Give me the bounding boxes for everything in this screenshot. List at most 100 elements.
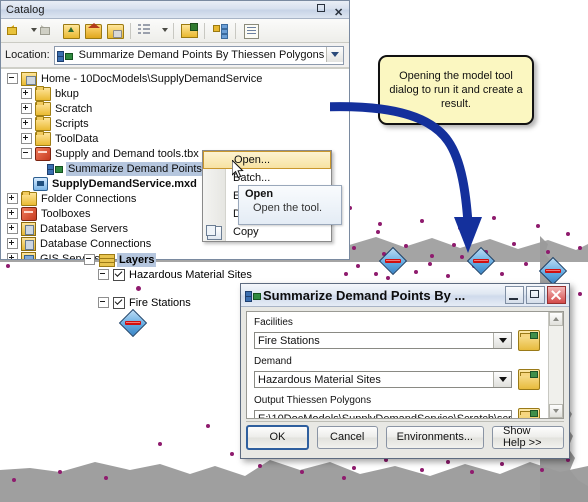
tree-item-label: Toolboxes [41,207,91,220]
catalog-window-buttons: ✕ [316,3,345,19]
demand-point-symbol [136,286,141,291]
expander-icon[interactable] [7,193,18,204]
demand-point [58,470,62,474]
expander-icon[interactable] [7,253,18,259]
tree-item-label: Home - 10DocModels\SupplyDemandService [41,72,263,85]
tool-dialog-body: Facilities Fire Stations Demand Hazardou… [246,311,564,419]
field-demand: Demand Hazardous Material Sites [247,351,563,390]
facilities-dropdown-chevron-down-icon[interactable] [493,333,511,348]
model-tool-icon [245,290,261,302]
expander-icon[interactable] [21,88,32,99]
context-menu-item-open[interactable]: Open... [203,151,331,169]
folder-icon [35,85,51,101]
connection-icon[interactable] [210,21,230,40]
facilities-browse-folder-icon[interactable] [518,330,540,351]
fire-station-symbol [538,256,568,286]
expander-icon[interactable] [7,73,18,84]
folder-icon [35,100,51,116]
close-icon[interactable]: ✕ [334,3,345,19]
demand-dropdown-chevron-down-icon[interactable] [493,372,511,387]
expander-icon[interactable] [21,133,32,144]
expander-icon[interactable] [98,269,109,280]
model-tool-icon [56,50,73,62]
catalog-toolbar[interactable] [1,19,349,43]
toolbar-separator [173,22,174,39]
toc-layer-fire-stations[interactable]: Fire Stations [84,295,264,310]
table-of-contents[interactable]: Layers Hazardous Material Sites Fire Sta… [84,252,264,344]
toolbar-separator [204,22,205,39]
tree-item-scratch[interactable]: Scratch [1,100,349,116]
demand-point [500,462,504,466]
expander-icon[interactable] [84,254,95,265]
field-output-thiessen-polygons: Output Thiessen Polygons E:\10DocModels\… [247,390,563,419]
demand-point [6,264,10,268]
tree-item-bkup[interactable]: bkup [1,85,349,101]
home-geodatabase-icon[interactable] [105,21,125,40]
toolbox-icon [35,146,51,161]
demand-combobox[interactable]: Hazardous Material Sites [254,371,512,388]
tree-item-home[interactable]: Home - 10DocModels\SupplyDemandService [1,71,349,86]
environments-button[interactable]: Environments... [385,425,484,449]
close-button[interactable] [547,286,566,304]
expander-icon[interactable] [21,103,32,114]
scroll-down-arrow-icon[interactable] [549,404,563,418]
demand-point [342,476,346,480]
demand-point [546,250,550,254]
demand-point [578,246,582,250]
toc-group-layers[interactable]: Layers [84,252,264,267]
demand-point [446,460,450,464]
tool-dialog[interactable]: Summarize Demand Points By ... Facilitie… [240,283,570,459]
maximize-icon[interactable] [316,3,327,14]
pointer-arrow-icon [330,102,482,253]
scroll-up-arrow-icon[interactable] [549,312,563,326]
facilities-combobox[interactable]: Fire Stations [254,332,512,349]
demand-point [566,232,570,236]
catalog-titlebar[interactable]: Catalog ✕ [1,1,349,19]
output-path-input[interactable]: E:\10DocModels\SupplyDemandService\Scrat… [254,410,512,419]
database-server-icon [21,221,36,236]
layer-visibility-checkbox[interactable] [113,296,125,309]
location-dropdown-chevron-down-icon[interactable] [326,46,343,62]
location-label: Location: [5,49,50,61]
tooltip-body: Open the tool. [253,202,323,214]
demand-point [536,224,540,228]
expander-icon[interactable] [7,223,18,234]
tree-item-tooldata[interactable]: ToolData [1,130,349,146]
new-folder-connection-icon[interactable] [179,21,199,40]
demand-value: Hazardous Material Sites [258,373,381,386]
maximize-button[interactable] [526,286,545,304]
location-bar[interactable]: Location: Summarize Demand Points By Thi… [1,43,349,68]
context-menu-item-copy[interactable]: Copy [203,223,331,241]
output-browse-folder-icon[interactable] [518,408,540,418]
back-dropdown-chevron-down-icon[interactable] [27,21,37,40]
expander-icon[interactable] [21,148,32,159]
forward-arrow-icon[interactable] [39,21,59,40]
tree-item-scripts[interactable]: Scripts [1,115,349,131]
expander-icon[interactable] [7,208,18,219]
demand-point [578,292,582,296]
properties-icon[interactable] [241,21,261,40]
tool-dialog-titlebar[interactable]: Summarize Demand Points By ... [241,284,569,307]
tree-item-label: Scratch [55,102,93,115]
layer-visibility-checkbox[interactable] [113,268,125,281]
location-value: Summarize Demand Points By Thiessen Poly… [78,49,325,61]
minimize-button[interactable] [505,286,524,304]
location-combobox[interactable]: Summarize Demand Points By Thiessen Poly… [53,45,344,65]
toc-layer-hazardous[interactable]: Hazardous Material Sites [84,267,264,282]
grid-list-icon[interactable] [136,21,156,40]
back-arrow-icon[interactable] [5,21,25,40]
field-facilities: Facilities Fire Stations [247,312,563,351]
demand-browse-folder-icon[interactable] [518,369,540,390]
show-help-button[interactable]: Show Help >> [491,425,565,449]
view-dropdown-chevron-down-icon[interactable] [158,21,168,40]
ok-button[interactable]: OK [246,424,309,450]
tool-dialog-scrollbar[interactable] [548,312,563,418]
folder-up-icon[interactable] [61,21,81,40]
home-folder-icon[interactable] [83,21,103,40]
demand-point [12,478,16,482]
expander-icon[interactable] [21,118,32,129]
cancel-button[interactable]: Cancel [316,425,378,449]
expander-icon[interactable] [98,297,109,308]
expander-icon[interactable] [7,238,18,249]
output-path-value: E:\10DocModels\SupplyDemandService\Scrat… [258,412,511,419]
